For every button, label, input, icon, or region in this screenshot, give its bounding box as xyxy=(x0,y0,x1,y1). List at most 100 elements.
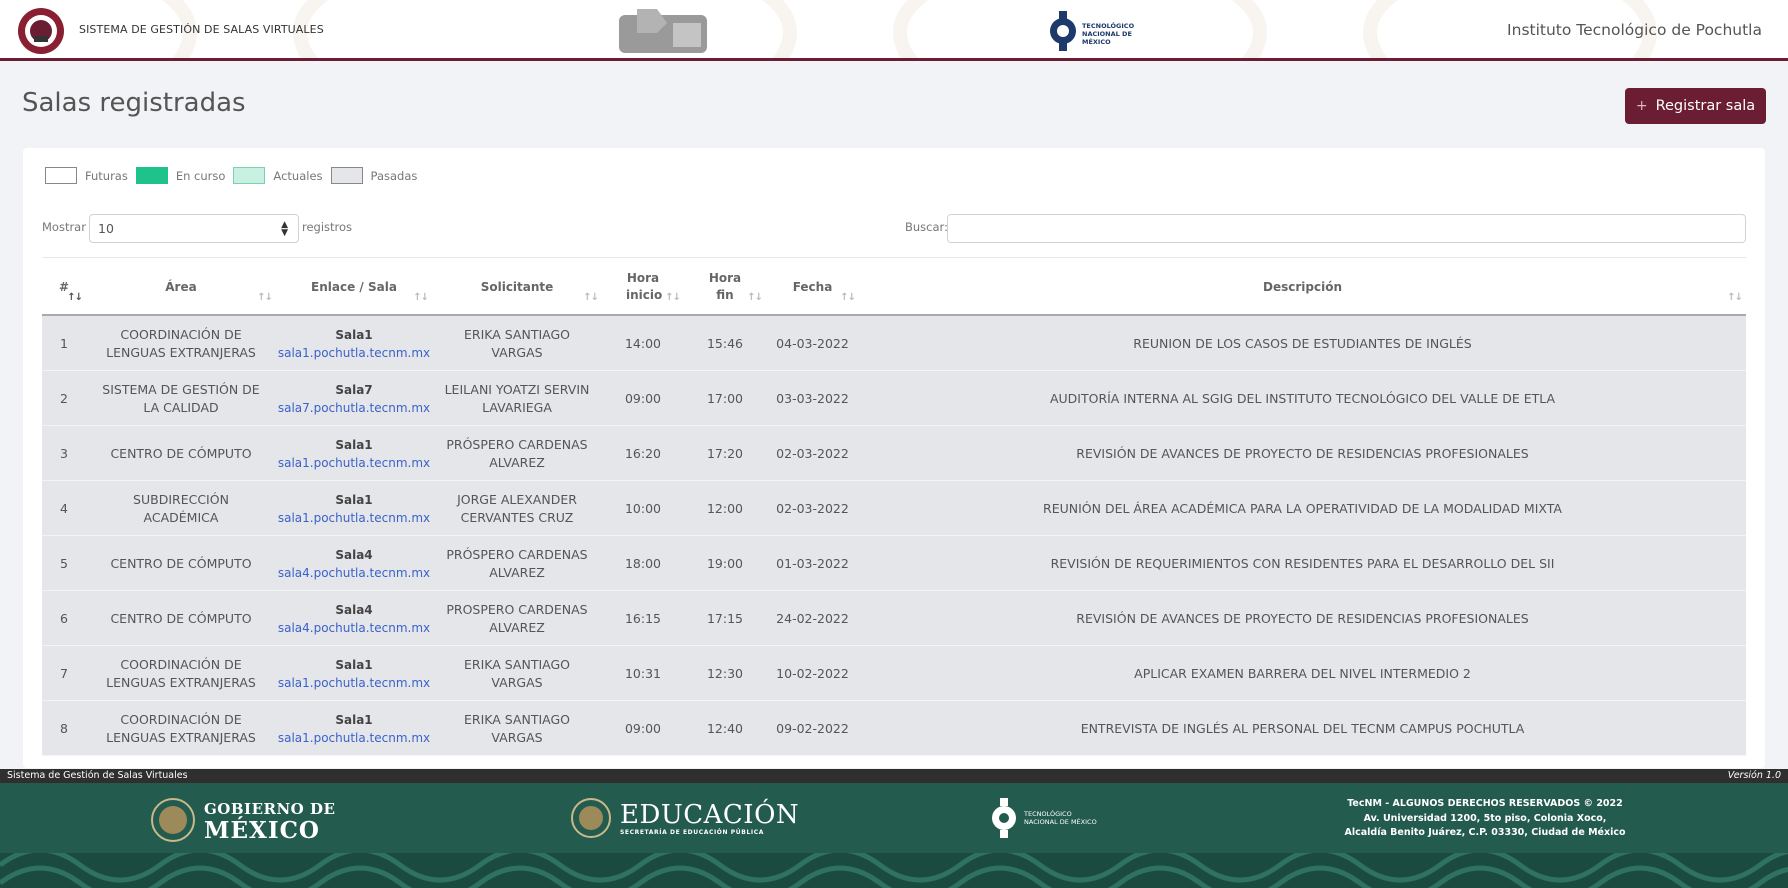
site-footer: GOBIERNO DE MÉXICO EDUCACIÓN SECRETARÍA … xyxy=(0,783,1788,888)
cell-start-time-text: 16:20 xyxy=(624,445,662,461)
sort-icon: ↑↓ xyxy=(1727,292,1743,303)
page-length-select[interactable]: 10 ▲ ▼ xyxy=(89,214,299,243)
cell-end-time: 12:40 xyxy=(684,701,766,756)
cell-number: 2 xyxy=(42,371,86,426)
room-link[interactable]: sala4.pochutla.tecnm.mx xyxy=(278,619,430,637)
app-name: SISTEMA DE GESTIÓN DE SALAS VIRTUALES xyxy=(79,23,324,36)
table-row: 5 CENTRO DE CÓMPUTO Sala4 sala4.pochutla.te… xyxy=(42,536,1746,591)
cell-description-text: REUNION DE LOS CASOS DE ESTUDIANTES DE I… xyxy=(1133,335,1472,351)
cell-date-text: 24-02-2022 xyxy=(776,610,849,626)
sort-icon: ↑↓ xyxy=(67,292,83,303)
room-name: Sala1 xyxy=(335,712,373,727)
legend-label-current: Actuales xyxy=(273,168,323,183)
cell-area: COORDINACIÓN DE LENGUAS EXTRANJERAS xyxy=(86,646,276,701)
cell-description: AUDITORÍA INTERNA AL SGIG DEL INSTITUTO … xyxy=(859,371,1746,426)
cell-date: 04-03-2022 xyxy=(766,316,859,371)
cell-end-time: 19:00 xyxy=(684,536,766,591)
cell-date-text: 01-03-2022 xyxy=(776,555,849,571)
cell-number-text: 8 xyxy=(60,720,68,736)
cell-area-text: SUBDIRECCIÓN ACADÉMICA xyxy=(133,491,229,525)
cell-end-time: 17:15 xyxy=(684,591,766,646)
cell-end-time-text: 17:20 xyxy=(706,445,744,461)
cell-date: 02-03-2022 xyxy=(766,481,859,536)
tecnm-footer-logo: TECNOLÓGICO NACIONAL DE MÉXICO xyxy=(990,797,1097,839)
cell-date-text: 10-02-2022 xyxy=(776,665,849,681)
cell-description-text: REVISIÓN DE AVANCES DE PROYECTO DE RESID… xyxy=(1076,610,1529,626)
table-row: 3 CENTRO DE CÓMPUTO Sala1 sala1.pochutla.te… xyxy=(42,426,1746,481)
cell-area: COORDINACIÓN DE LENGUAS EXTRANJERAS xyxy=(86,701,276,756)
cell-description: REUNIÓN DEL ÁREA ACADÉMICA PARA LA OPERA… xyxy=(859,481,1746,536)
column-header-end[interactable]: Hora fin ↑↓ xyxy=(684,258,766,316)
room-name: Sala1 xyxy=(335,437,373,452)
sort-icon: ↑↓ xyxy=(583,292,599,303)
search-label: Buscar: xyxy=(905,220,948,234)
legend-label-past: Pasadas xyxy=(370,168,418,183)
room-link[interactable]: sala1.pochutla.tecnm.mx xyxy=(278,344,430,362)
column-header-area[interactable]: Área ↑↓ xyxy=(86,258,276,316)
cell-start-time: 09:00 xyxy=(602,701,684,756)
room-link[interactable]: sala1.pochutla.tecnm.mx xyxy=(278,454,430,472)
table-header: # ↑↓ Área ↑↓ Enlace / Sala ↑↓ Solicitante ↑↓… xyxy=(42,258,1746,316)
room-name: Sala4 xyxy=(335,602,373,617)
page-length-value: 10 xyxy=(98,221,114,236)
cell-description-text: AUDITORÍA INTERNA AL SGIG DEL INSTITUTO … xyxy=(1049,390,1556,406)
cell-area: COORDINACIÓN DE LENGUAS EXTRANJERAS xyxy=(86,316,276,371)
legend-swatch-current xyxy=(233,167,266,184)
room-link[interactable]: sala7.pochutla.tecnm.mx xyxy=(278,399,430,417)
edu-line2: SECRETARÍA DE EDUCACIÓN PÚBLICA xyxy=(620,828,764,836)
cell-requester-text: PROSPERO CARDENAS ALVAREZ xyxy=(446,601,588,635)
room-link[interactable]: sala4.pochutla.tecnm.mx xyxy=(278,564,430,582)
cell-description: APLICAR EXAMEN BARRERA DEL NIVEL INTERME… xyxy=(859,646,1746,701)
cell-end-time: 17:00 xyxy=(684,371,766,426)
register-button-label: Registrar sala xyxy=(1655,98,1756,114)
cell-link: Sala4 sala4.pochutla.tecnm.mx xyxy=(276,536,432,591)
cell-description: REUNION DE LOS CASOS DE ESTUDIANTES DE I… xyxy=(859,316,1746,371)
sort-icon: ↑↓ xyxy=(257,292,273,303)
column-header-date[interactable]: Fecha ↑↓ xyxy=(766,258,859,316)
cell-requester-text: ERIKA SANTIAGO VARGAS xyxy=(463,656,571,690)
cell-date: 02-03-2022 xyxy=(766,426,859,481)
cell-date-text: 02-03-2022 xyxy=(776,500,849,516)
room-link[interactable]: sala1.pochutla.tecnm.mx xyxy=(278,674,430,692)
cell-number-text: 5 xyxy=(60,555,68,571)
cell-description: REVISIÓN DE AVANCES DE PROYECTO DE RESID… xyxy=(859,426,1746,481)
center-emblem-logo xyxy=(619,9,707,53)
cell-number: 8 xyxy=(42,701,86,756)
gear-logo-icon xyxy=(992,798,1016,838)
legend-swatch-future xyxy=(45,167,77,184)
column-header-description[interactable]: Descripción ↑↓ xyxy=(859,258,1746,316)
records-label: registros xyxy=(302,220,353,234)
cell-date: 09-02-2022 xyxy=(766,701,859,756)
sort-icon: ↑↓ xyxy=(840,292,856,303)
cell-number: 5 xyxy=(42,536,86,591)
page-title: Salas registradas xyxy=(22,88,246,118)
room-link[interactable]: sala1.pochutla.tecnm.mx xyxy=(278,729,430,747)
cell-number-text: 3 xyxy=(60,445,68,461)
cell-link: Sala1 sala1.pochutla.tecnm.mx xyxy=(276,426,432,481)
institute-seal-logo xyxy=(18,8,64,54)
room-name: Sala1 xyxy=(335,657,373,672)
cell-area: CENTRO DE CÓMPUTO xyxy=(86,591,276,646)
cell-start-time: 18:00 xyxy=(602,536,684,591)
cell-date-text: 09-02-2022 xyxy=(776,720,849,736)
cell-date-text: 03-03-2022 xyxy=(776,390,849,406)
room-link[interactable]: sala1.pochutla.tecnm.mx xyxy=(278,509,430,527)
room-name: Sala1 xyxy=(335,327,373,342)
column-header-number[interactable]: # ↑↓ xyxy=(42,258,86,316)
cell-end-time: 15:46 xyxy=(684,316,766,371)
legend-swatch-past xyxy=(330,167,363,184)
cell-requester-text: JORGE ALEXANDER CERVANTES CRUZ xyxy=(457,491,577,525)
tecnm-line1: TECNOLÓGICO xyxy=(1082,22,1135,30)
table-row: 8 COORDINACIÓN DE LENGUAS EXTRANJERAS Sala… xyxy=(42,701,1746,756)
cell-link: Sala7 sala7.pochutla.tecnm.mx xyxy=(276,371,432,426)
register-room-button[interactable]: + Registrar sala xyxy=(1625,88,1766,124)
status-legend: Futuras En curso Actuales Pasadas xyxy=(45,167,425,184)
cell-date: 10-02-2022 xyxy=(766,646,859,701)
table-body: 1 COORDINACIÓN DE LENGUAS EXTRANJERAS Sala… xyxy=(42,316,1746,756)
column-header-start[interactable]: Hora inicio ↑↓ xyxy=(602,258,684,316)
column-header-link[interactable]: Enlace / Sala ↑↓ xyxy=(276,258,432,316)
cell-description-text: APLICAR EXAMEN BARRERA DEL NIVEL INTERME… xyxy=(1134,665,1471,681)
search-input[interactable] xyxy=(947,214,1746,243)
column-header-requester[interactable]: Solicitante ↑↓ xyxy=(432,258,602,316)
plus-icon: + xyxy=(1635,98,1648,114)
